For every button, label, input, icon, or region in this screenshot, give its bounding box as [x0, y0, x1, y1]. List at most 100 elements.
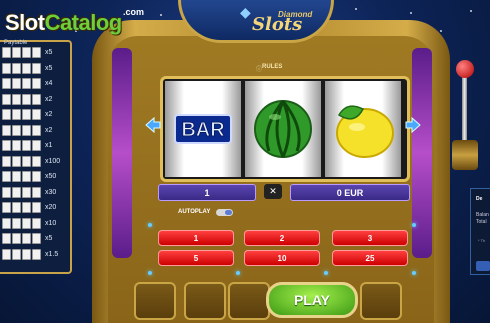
bet-option-1[interactable]: 1 [158, 230, 234, 246]
reel-3 [325, 81, 401, 177]
left-payline-arrow-icon [145, 116, 161, 134]
bar-symbol: BAR [174, 114, 232, 144]
paytable-row: x2 [2, 93, 66, 106]
panel-slot [134, 282, 176, 320]
paytable-symbol-cell [22, 47, 31, 58]
paytable-row: x5 [2, 62, 66, 75]
paytable-symbol-cell [22, 109, 31, 120]
bet-option-10[interactable]: 10 [244, 250, 320, 266]
logo-suffix: .com [123, 7, 145, 17]
paytable-symbol-cell [22, 202, 31, 213]
paytable-row: x1 [2, 139, 66, 152]
paytable-multiplier: x5 [45, 49, 53, 56]
panel-slot [184, 282, 226, 320]
paytable-multiplier: x2 [45, 111, 53, 118]
paytable-symbol-cell [2, 93, 11, 105]
paytable-symbol-cell [12, 248, 21, 260]
paytable-row: x4 [2, 77, 66, 90]
paytable-row: x100 [2, 155, 66, 168]
paytable-symbol-cell [32, 202, 41, 213]
bet-option-5[interactable]: 5 [158, 250, 234, 266]
info-panel-button[interactable] [476, 261, 490, 271]
right-payline-arrow-icon [405, 116, 421, 134]
paytable-multiplier: x1.5 [45, 250, 59, 258]
paytable-symbol-cell [2, 78, 11, 89]
reel-1: BAR [165, 81, 241, 177]
paytable-symbol-cell [22, 248, 31, 260]
paytable-symbol-cell [22, 140, 31, 151]
paytable-symbol-cell [2, 248, 11, 260]
clear-bet-button[interactable]: ✕ [264, 184, 282, 199]
play-button[interactable]: PLAY [266, 282, 358, 318]
info-balance-label: Balan [476, 212, 489, 218]
paytable-symbol-cell [12, 124, 21, 136]
rules-link[interactable]: RULES [262, 64, 282, 70]
autoplay-label: AUTOPLAY [178, 209, 211, 215]
paytable-row: x5 [2, 232, 66, 245]
paytable-symbol-cell [2, 155, 11, 167]
paytable-multiplier: x2 [45, 95, 53, 103]
paytable-multiplier: x5 [45, 64, 53, 72]
paytable-row: x50 [2, 170, 66, 183]
paytable-symbol-cell [2, 47, 11, 58]
indicator-light [148, 223, 152, 227]
reel-window: BAR [160, 76, 410, 182]
paytable-symbol-cell [32, 62, 41, 74]
paytable-symbol-cell [12, 217, 21, 229]
bet-option-3[interactable]: 3 [332, 230, 408, 246]
bet-option-2[interactable]: 2 [244, 230, 320, 246]
paytable-symbol-cell [32, 217, 41, 229]
paytable-multiplier: x10 [45, 219, 57, 227]
paytable-symbol-cell [2, 186, 11, 198]
paytable-symbol-cell [12, 47, 21, 58]
paytable-symbol-cell [2, 171, 11, 182]
paytable-symbol-cell [12, 140, 21, 151]
paytable-symbol-cell [2, 62, 11, 74]
paytable-symbol-cell [12, 202, 21, 213]
paytable-symbol-cell [12, 62, 21, 74]
lever-handle[interactable] [456, 60, 474, 78]
paytable-multiplier: x50 [45, 173, 57, 180]
win-display: 0 EUR [290, 184, 410, 201]
paytable-multiplier: x4 [45, 80, 53, 87]
paytable-row: x10 [2, 217, 66, 230]
paytable-symbol-cell [32, 186, 41, 198]
paytable-multiplier: x2 [45, 126, 53, 134]
paytable-symbol-cell [32, 124, 41, 136]
star [470, 10, 472, 12]
paytable-symbol-cell [2, 233, 11, 244]
paytable-multiplier: x20 [45, 204, 57, 211]
lever-rod[interactable] [462, 70, 467, 150]
paytable-symbol-cell [12, 78, 21, 89]
bet-display: 1 [158, 184, 256, 201]
paytable-symbol-cell [2, 202, 11, 213]
paytable-symbol-cell [32, 171, 41, 182]
lever-base [452, 140, 478, 170]
diamond-icon: ◆ [240, 4, 251, 20]
paytable-symbol-cell [12, 171, 21, 182]
paytable-symbol-cell [22, 233, 31, 244]
star [410, 12, 412, 14]
paytable-symbol-cell [12, 155, 21, 167]
autoplay-toggle-knob [225, 210, 232, 215]
paytable-symbol-cell [22, 78, 31, 89]
info-panel-title: De [476, 196, 483, 202]
bar-symbol-text: BAR [181, 119, 225, 141]
site-logo[interactable]: SlotCatalog [5, 10, 122, 36]
paytable-row: x20 [2, 201, 66, 214]
paytable-multiplier: x30 [45, 188, 57, 196]
paytable-symbol-cell [22, 186, 31, 198]
paytable-symbol-cell [22, 62, 31, 74]
logo-part1: Slot [5, 10, 45, 35]
paytable-symbol-cell [12, 233, 21, 244]
left-purple-pillar [112, 48, 132, 258]
indicator-light [412, 223, 416, 227]
paytable-symbol-cell [32, 140, 41, 151]
paytable-symbol-cell [22, 93, 31, 105]
star [355, 8, 357, 10]
paytable-symbol-cell [32, 109, 41, 120]
panel-slot [360, 282, 402, 320]
bet-option-25[interactable]: 25 [332, 250, 408, 266]
logo-part2: Catalog [44, 10, 123, 35]
paytable-symbol-cell [32, 248, 41, 260]
